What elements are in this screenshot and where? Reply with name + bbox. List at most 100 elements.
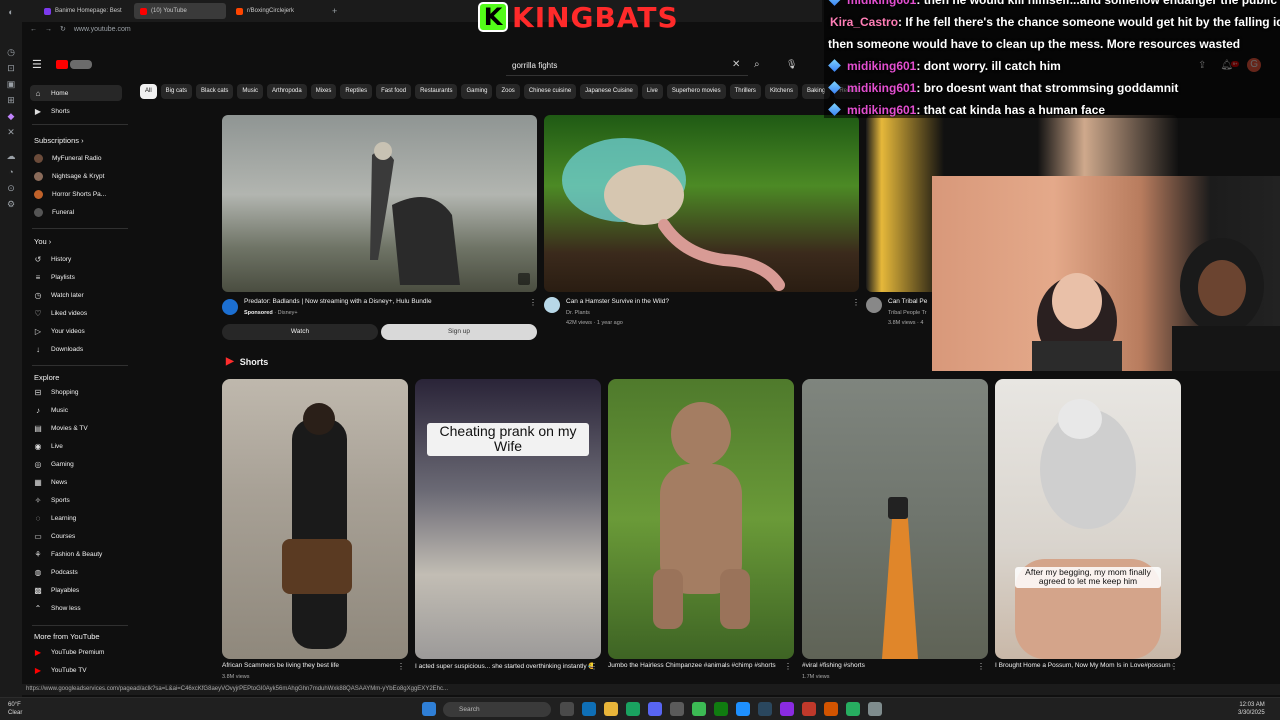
youtube-wordmark[interactable] [70, 60, 92, 69]
chip-fast-food[interactable]: Fast food [376, 84, 412, 99]
subscriptions-header[interactable]: Subscriptions › [34, 136, 84, 145]
sidebar-item-playlists[interactable]: ≡ Playlists [30, 269, 122, 285]
sidebar-item-playables[interactable]: ▩ Playables [30, 582, 122, 598]
sidebar-item-youtube-tv[interactable]: ▶ YouTube TV [30, 662, 122, 678]
short-title[interactable]: African Scammers be living they best lif… [222, 662, 400, 669]
app-icon[interactable] [846, 702, 860, 716]
search-input[interactable]: gorrilla fights [506, 56, 748, 76]
watch-button[interactable]: Watch [222, 324, 378, 340]
sidebar-item-courses[interactable]: ▭ Courses [30, 528, 122, 544]
chat-icon[interactable]: ▣ [5, 78, 17, 90]
lock-icon[interactable]: ⊡ [5, 62, 17, 74]
video-title[interactable]: Can a Hamster Survive in the Wild? [566, 298, 846, 305]
chip-superhero-movies[interactable]: Superhero movies [666, 84, 726, 99]
explore-header[interactable]: Explore [34, 373, 59, 382]
xbox-icon[interactable] [714, 702, 728, 716]
video-thumbnail-hamster[interactable] [544, 115, 859, 292]
sidebar-item-myfuneral-radio[interactable]: MyFuneral Radio [30, 150, 122, 166]
chip-kitchens[interactable]: Kitchens [764, 84, 798, 99]
more-options-icon[interactable]: ⋮ [590, 662, 598, 671]
browser-menu-icon[interactable]: ◐ [5, 6, 17, 18]
sidebar-item-movies-tv[interactable]: ▤ Movies & TV [30, 420, 122, 436]
folder-icon[interactable] [604, 702, 618, 716]
clock-icon[interactable]: ◔ [5, 166, 17, 178]
new-tab-icon[interactable]: + [332, 6, 337, 16]
short-thumbnail[interactable]: Cheating prank on my Wife [415, 379, 601, 659]
video-thumbnail-predator[interactable] [222, 115, 537, 292]
app-icon[interactable] [670, 702, 684, 716]
sidebar-item-shopping[interactable]: ⊟ Shopping [30, 384, 122, 400]
sidebar-item-fashion-beauty[interactable]: ⚘ Fashion & Beauty [30, 546, 122, 562]
channel-name[interactable]: Dr. Plants [566, 310, 590, 316]
chip-chinese-cuisine[interactable]: Chinese cuisine [523, 84, 577, 99]
sidebar-item-gaming[interactable]: ◎ Gaming [30, 456, 122, 472]
channel-avatar[interactable] [222, 299, 238, 315]
chat-username[interactable]: Kira_Castro [830, 15, 898, 29]
close-icon[interactable]: ✕ [732, 59, 740, 70]
chip-music[interactable]: Music [237, 84, 264, 99]
sidebar-item-watch-later[interactable]: ◷ Watch later [30, 287, 122, 303]
app-icon[interactable] [802, 702, 816, 716]
sidebar-item-home[interactable]: ⌂ Home [30, 85, 122, 101]
short-thumbnail[interactable]: After my begging, my mom finally agreed … [995, 379, 1181, 659]
sidebar-item-liked-videos[interactable]: ♡ Liked videos [30, 305, 122, 321]
settings-icon[interactable]: ⚙ [5, 198, 17, 210]
sidebar-item-history[interactable]: ↺ History [30, 251, 122, 267]
more-from-youtube-header[interactable]: More from YouTube [34, 632, 100, 641]
chip-arthropoda[interactable]: Arthropoda [267, 84, 307, 99]
sidebar-item-your-videos[interactable]: ▷ Your videos [30, 323, 122, 339]
channel-avatar[interactable] [544, 297, 560, 313]
task-view-icon[interactable] [560, 702, 574, 716]
tab-banime[interactable]: Banime Homepage: Best [38, 3, 130, 19]
microphone-icon[interactable]: 🎙︎ [786, 59, 797, 70]
tab-youtube[interactable]: (10) YouTube [134, 3, 226, 19]
channel-avatar[interactable] [866, 297, 882, 313]
sidebar-item-podcasts[interactable]: ◍ Podcasts [30, 564, 122, 580]
start-icon[interactable] [422, 702, 436, 716]
weather-widget[interactable]: 60°F Clear [8, 701, 22, 717]
cloud-icon[interactable]: ☁ [5, 150, 17, 162]
short-thumbnail[interactable] [608, 379, 794, 659]
chat-username[interactable]: midiking601 [847, 59, 916, 73]
sidebar-item-horror-shorts-pa[interactable]: Horror Shorts Pa... [30, 186, 122, 202]
url-text[interactable]: www.youtube.com [74, 26, 131, 33]
clock[interactable]: 12:03 AM 3/30/2025 [1238, 701, 1265, 717]
sidebar-item-live[interactable]: ◉ Live [30, 438, 122, 454]
x-icon[interactable]: ✕ [5, 126, 17, 138]
chip-black-cats[interactable]: Black cats [196, 84, 234, 99]
taskbar-search[interactable]: Search [443, 702, 551, 717]
app-icon[interactable] [824, 702, 838, 716]
address-bar[interactable]: ← → ↻ www.youtube.com [22, 22, 822, 36]
download-icon[interactable]: ⊙ [5, 182, 17, 194]
sidebar-item-downloads[interactable]: ↓ Downloads [30, 341, 122, 357]
menu-icon[interactable]: ☰ [32, 58, 42, 71]
chrome-icon[interactable] [692, 702, 706, 716]
tab-reddit[interactable]: r/BoxingCirclejerk [230, 3, 322, 19]
chip-thrillers[interactable]: Thrillers [729, 84, 761, 99]
channel-name[interactable]: Tribal People Tr [888, 310, 927, 316]
sidebar-item-music[interactable]: ♪ Music [30, 402, 122, 418]
pin-icon[interactable]: ⊞ [5, 94, 17, 106]
sidebar-item-news[interactable]: ▦ News [30, 474, 122, 490]
short-title[interactable]: Jumbo the Hairless Chimpanzee #animals #… [608, 662, 786, 669]
youtube-logo-icon[interactable] [56, 60, 68, 69]
chip-mixes[interactable]: Mixes [310, 84, 337, 99]
chip-all[interactable]: All [140, 84, 157, 99]
steam-icon[interactable] [758, 702, 772, 716]
chip-zoos[interactable]: Zoos [496, 84, 520, 99]
sidebar-item-funeral[interactable]: Funeral [30, 204, 122, 220]
forward-icon[interactable]: → [45, 26, 52, 33]
chip-live[interactable]: Live [641, 84, 663, 99]
edge-icon[interactable] [582, 702, 596, 716]
short-title[interactable]: #viral #fishing #shorts [802, 662, 980, 669]
sidebar-item-show-less[interactable]: ⌃ Show less [30, 600, 122, 616]
twitch-icon[interactable]: ◆ [5, 110, 17, 122]
store-icon[interactable] [626, 702, 640, 716]
more-options-icon[interactable]: ⋮ [1170, 662, 1178, 671]
more-options-icon[interactable]: ⋮ [397, 662, 405, 671]
chip-big-cats[interactable]: Big cats [160, 84, 193, 99]
chip-reptiles[interactable]: Reptiles [340, 84, 373, 99]
reload-icon[interactable]: ↻ [60, 25, 66, 33]
sidebar-item-shorts[interactable]: ▶ Shorts [30, 103, 122, 119]
more-options-icon[interactable]: ⋮ [852, 298, 860, 307]
